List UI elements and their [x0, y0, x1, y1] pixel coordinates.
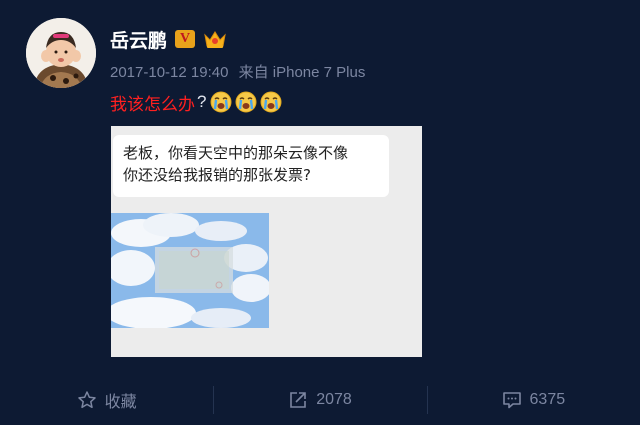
share-icon	[290, 391, 306, 408]
star-icon	[77, 390, 96, 408]
action-toolbar: 收藏 2078 6375	[0, 374, 640, 425]
comment-icon	[502, 391, 521, 408]
post-image[interactable]: 老板，你看天空中的那朵云像不像 你还没给我报销的那张发票?	[111, 126, 422, 357]
user-header: 岳云鹏 V	[110, 26, 227, 52]
comment-button[interactable]: 6375	[426, 374, 640, 425]
repost-button[interactable]: 2078	[213, 374, 426, 425]
post-source: 来自 iPhone 7 Plus	[238, 64, 366, 81]
post-text: 我该怎么办 ?	[110, 89, 285, 115]
user-name[interactable]: 岳云鹏	[110, 26, 167, 53]
crying-emoji-icon	[210, 91, 232, 113]
post-text-question: ?	[197, 92, 207, 111]
repost-count: 2078	[316, 390, 352, 408]
crying-emoji-icon	[260, 91, 282, 113]
chat-line-1: 老板，你看天空中的那朵云像不像	[123, 144, 349, 162]
verified-v-icon[interactable]: V	[175, 30, 196, 48]
avatar[interactable]	[26, 18, 96, 88]
comment-count: 6375	[529, 390, 566, 408]
chat-line-2: 你还没给我报销的那张发票?	[123, 166, 311, 184]
cloud-photo	[111, 213, 271, 329]
post-text-red: 我该怎么办	[110, 94, 195, 115]
crown-icon[interactable]	[203, 29, 227, 49]
chat-bubble: 老板，你看天空中的那朵云像不像 你还没给我报销的那张发票?	[113, 135, 389, 197]
post-meta: 2017-10-12 19:40 来自 iPhone 7 Plus	[110, 61, 371, 82]
crying-emoji-icon	[235, 91, 257, 113]
favorite-button[interactable]: 收藏	[0, 374, 213, 425]
favorite-label: 收藏	[104, 393, 137, 411]
post-timestamp[interactable]: 2017-10-12 19:40	[110, 64, 228, 81]
